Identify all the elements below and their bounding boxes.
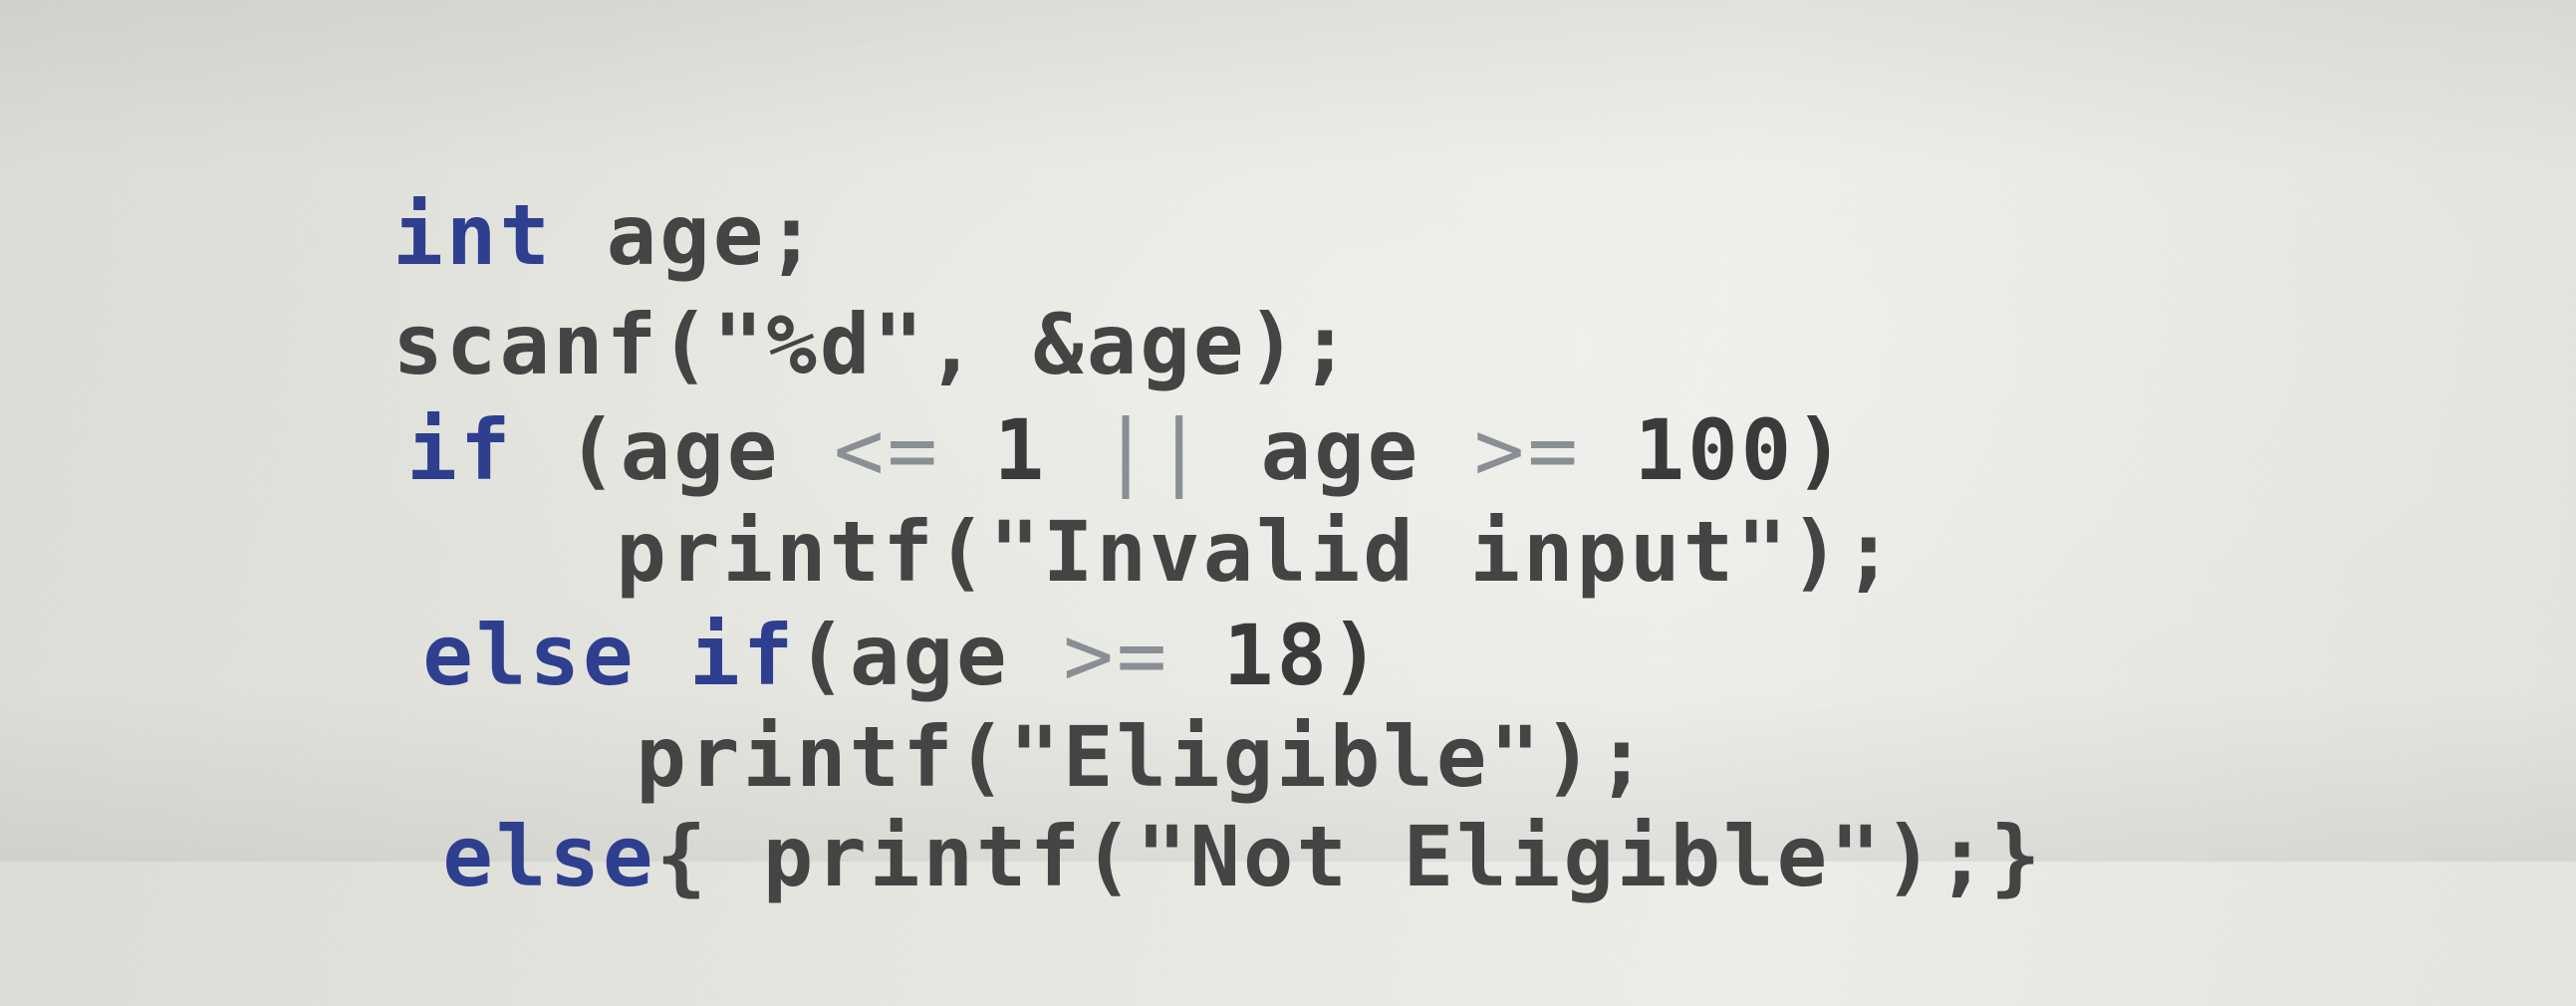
code-block: int age; scanf("%d", &age); if (age <= 1… [0,0,2576,905]
keyword-else: else [442,808,656,905]
code-line-7: else{ printf("Not Eligible");} [229,707,2043,1006]
code-text: { printf("Not Eligible");} [655,808,2044,905]
